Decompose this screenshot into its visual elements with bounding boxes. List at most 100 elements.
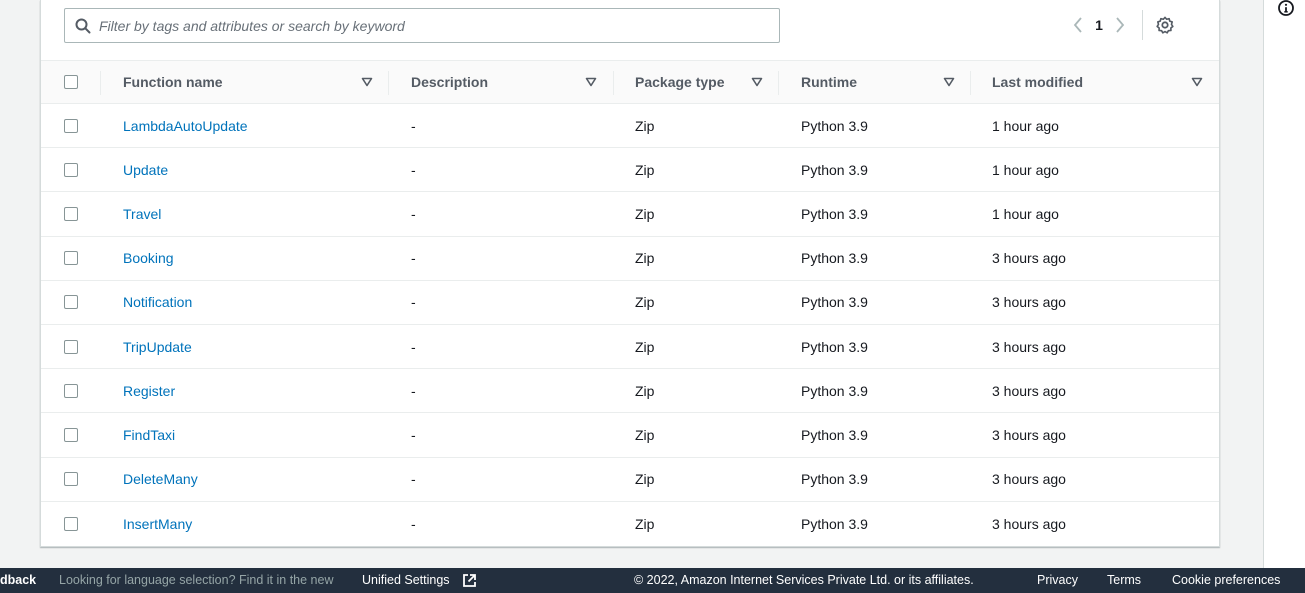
- function-link[interactable]: TripUpdate: [123, 339, 192, 355]
- unified-settings-link[interactable]: Unified Settings: [362, 573, 450, 587]
- function-link[interactable]: FindTaxi: [123, 427, 175, 443]
- terms-link[interactable]: Terms: [1107, 573, 1141, 587]
- runtime-cell: Python 3.9: [801, 515, 868, 532]
- function-name-cell: Update: [123, 148, 168, 191]
- row-select-cell: [64, 413, 78, 456]
- row-checkbox[interactable]: [64, 295, 78, 310]
- function-link[interactable]: InsertMany: [123, 516, 192, 532]
- function-link[interactable]: Update: [123, 162, 168, 178]
- package-type-cell: Zip: [635, 515, 655, 532]
- row-select-cell: [64, 237, 78, 280]
- row-select-cell: [64, 281, 78, 324]
- row-checkbox[interactable]: [64, 472, 78, 487]
- row-select-cell: [64, 325, 78, 368]
- row-select-cell: [64, 458, 78, 501]
- description-cell: -: [411, 515, 416, 532]
- column-header-description[interactable]: Description: [411, 61, 488, 103]
- last-modified-cell: 1 hour ago: [992, 161, 1059, 178]
- package-type-cell: Zip: [635, 117, 655, 134]
- description-cell: -: [411, 338, 416, 355]
- copyright-text: © 2022, Amazon Internet Services Private…: [634, 573, 974, 587]
- select-all-checkbox[interactable]: [64, 75, 78, 89]
- row-checkbox[interactable]: [64, 251, 78, 266]
- row-checkbox[interactable]: [64, 206, 78, 221]
- row-select-cell: [64, 104, 78, 147]
- column-header-last-modified[interactable]: Last modified: [992, 61, 1083, 103]
- main-content: 1: [0, 0, 1263, 568]
- package-type-cell: Zip: [635, 382, 655, 399]
- caret-down-icon[interactable]: [751, 76, 763, 88]
- runtime-cell: Python 3.9: [801, 426, 868, 443]
- row-select-cell: [64, 369, 78, 412]
- description-cell: -: [411, 250, 416, 267]
- function-link[interactable]: Booking: [123, 250, 174, 266]
- description-cell: -: [411, 382, 416, 399]
- cookie-preferences-link[interactable]: Cookie preferences: [1172, 573, 1280, 587]
- caret-down-icon[interactable]: [585, 76, 597, 88]
- caret-down-icon[interactable]: [1191, 76, 1203, 88]
- preferences-button[interactable]: [1153, 13, 1177, 37]
- chevron-left-icon: [1073, 17, 1082, 33]
- row-checkbox[interactable]: [64, 516, 78, 531]
- page-number-button[interactable]: 1: [1088, 17, 1110, 33]
- runtime-cell: Python 3.9: [801, 382, 868, 399]
- package-type-cell: Zip: [635, 294, 655, 311]
- package-type-cell: Zip: [635, 250, 655, 267]
- function-name-cell: Register: [123, 369, 175, 412]
- runtime-cell: Python 3.9: [801, 205, 868, 222]
- table-header: Function name Description Package type R…: [41, 60, 1219, 104]
- feedback-link[interactable]: dback: [0, 573, 36, 587]
- privacy-link[interactable]: Privacy: [1037, 573, 1078, 587]
- last-modified-cell: 1 hour ago: [992, 205, 1059, 222]
- row-checkbox[interactable]: [64, 427, 78, 442]
- filter-box[interactable]: [64, 8, 780, 43]
- package-type-cell: Zip: [635, 338, 655, 355]
- package-type-cell: Zip: [635, 426, 655, 443]
- row-checkbox[interactable]: [64, 162, 78, 177]
- column-divider: [778, 71, 779, 95]
- function-link[interactable]: Notification: [123, 294, 192, 310]
- runtime-cell: Python 3.9: [801, 338, 868, 355]
- tools-panel: [1263, 0, 1305, 568]
- pagination: 1: [1068, 10, 1177, 40]
- previous-page-button[interactable]: [1068, 13, 1088, 37]
- function-link[interactable]: LambdaAutoUpdate: [123, 118, 248, 134]
- column-header-package-type[interactable]: Package type: [635, 61, 725, 103]
- function-name-cell: TripUpdate: [123, 325, 192, 368]
- chevron-right-icon: [1116, 17, 1125, 33]
- function-link[interactable]: DeleteMany: [123, 471, 198, 487]
- package-type-cell: Zip: [635, 205, 655, 222]
- runtime-cell: Python 3.9: [801, 294, 868, 311]
- function-name-cell: Booking: [123, 237, 174, 280]
- table-row: Travel - Zip Python 3.9 1 hour ago: [41, 192, 1219, 237]
- table-row: InsertMany - Zip Python 3.9 3 hours ago: [41, 502, 1219, 546]
- column-header-function-name[interactable]: Function name: [123, 61, 223, 103]
- function-link[interactable]: Register: [123, 383, 175, 399]
- table-row: Booking - Zip Python 3.9 3 hours ago: [41, 237, 1219, 281]
- table-row: TripUpdate - Zip Python 3.9 3 hours ago: [41, 325, 1219, 370]
- package-type-cell: Zip: [635, 161, 655, 178]
- runtime-cell: Python 3.9: [801, 471, 868, 488]
- row-checkbox[interactable]: [64, 339, 78, 354]
- caret-down-icon[interactable]: [943, 76, 955, 88]
- external-link-icon: [463, 574, 476, 587]
- table-row: Register - Zip Python 3.9 3 hours ago: [41, 369, 1219, 414]
- function-link[interactable]: Travel: [123, 206, 161, 222]
- functions-table-card: 1: [40, 0, 1220, 547]
- function-name-cell: DeleteMany: [123, 458, 198, 501]
- pagination-divider: [1142, 10, 1143, 40]
- table-toolbar: 1: [41, 0, 1219, 60]
- info-icon[interactable]: [1277, 0, 1295, 18]
- column-header-runtime[interactable]: Runtime: [801, 61, 857, 103]
- caret-down-icon[interactable]: [361, 76, 373, 88]
- row-checkbox[interactable]: [64, 118, 78, 133]
- description-cell: -: [411, 426, 416, 443]
- filter-input[interactable]: [99, 17, 779, 34]
- next-page-button[interactable]: [1110, 13, 1130, 37]
- description-cell: -: [411, 205, 416, 222]
- column-divider: [613, 71, 614, 95]
- function-name-cell: Travel: [123, 192, 161, 235]
- table-row: FindTaxi - Zip Python 3.9 3 hours ago: [41, 413, 1219, 458]
- language-prompt: Looking for language selection? Find it …: [59, 573, 334, 587]
- row-checkbox[interactable]: [64, 383, 78, 398]
